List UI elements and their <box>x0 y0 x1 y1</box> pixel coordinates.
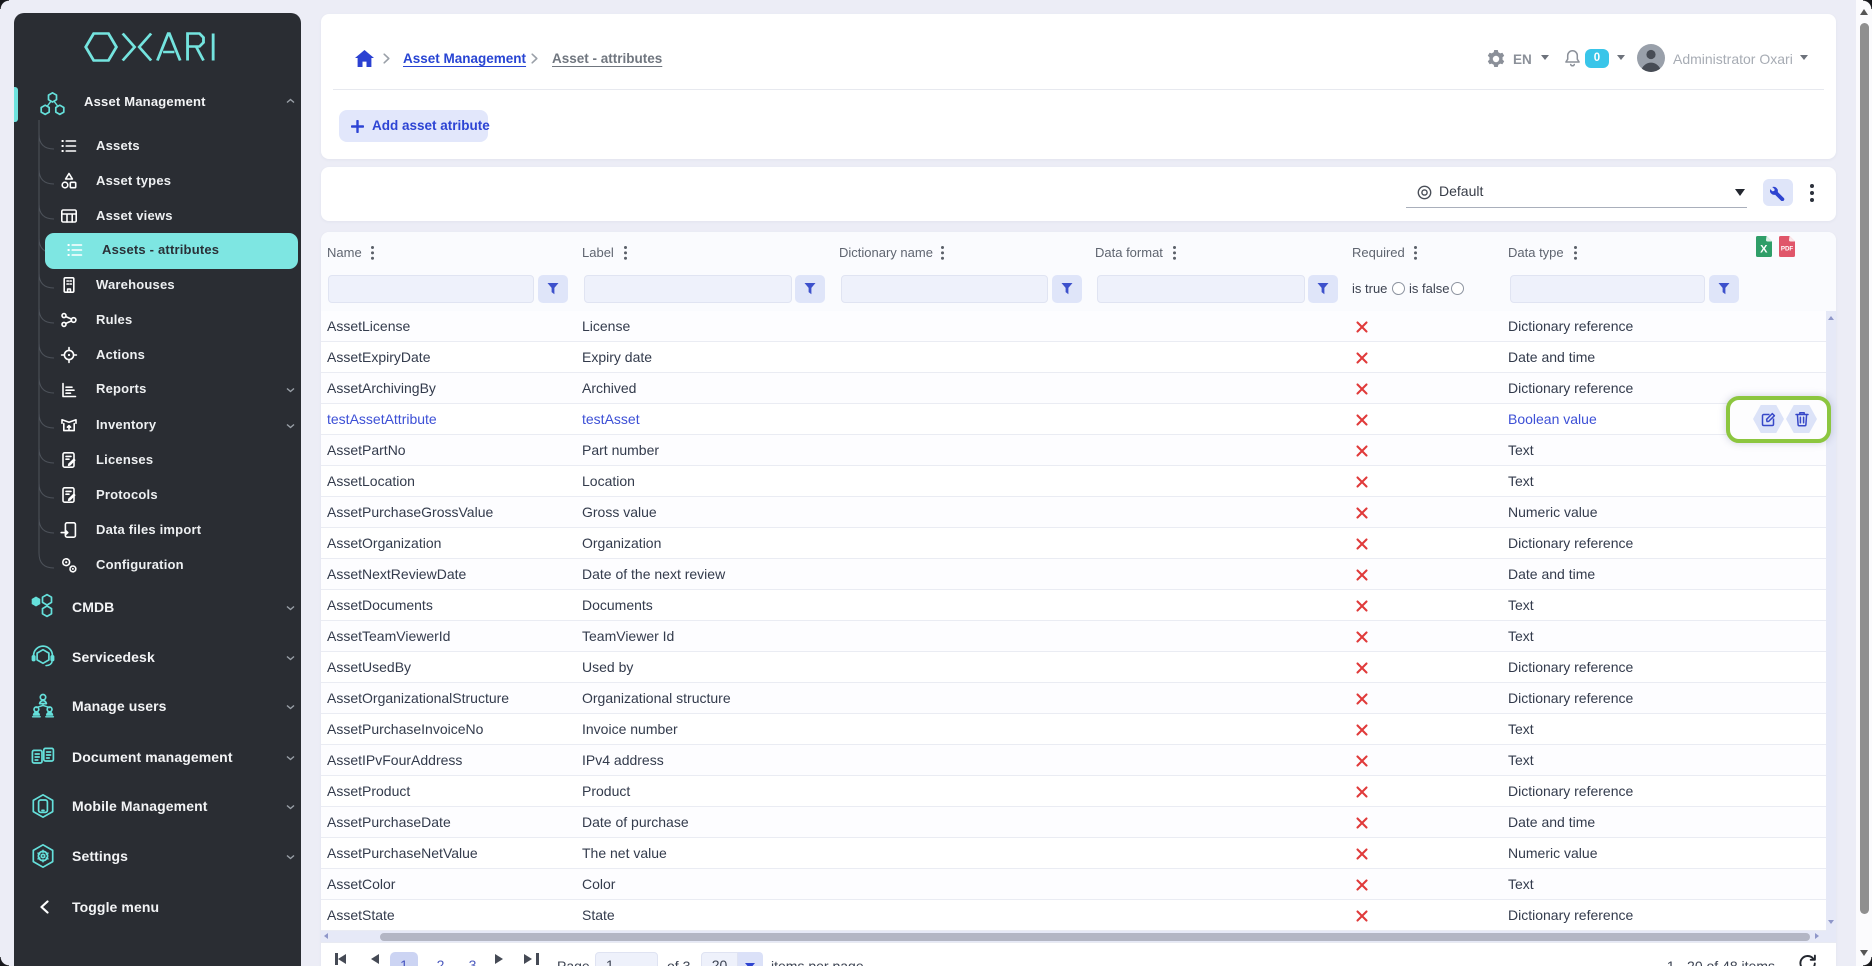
svg-text:PDF: PDF <box>1781 246 1794 253</box>
svg-text:X: X <box>1760 244 1768 256</box>
